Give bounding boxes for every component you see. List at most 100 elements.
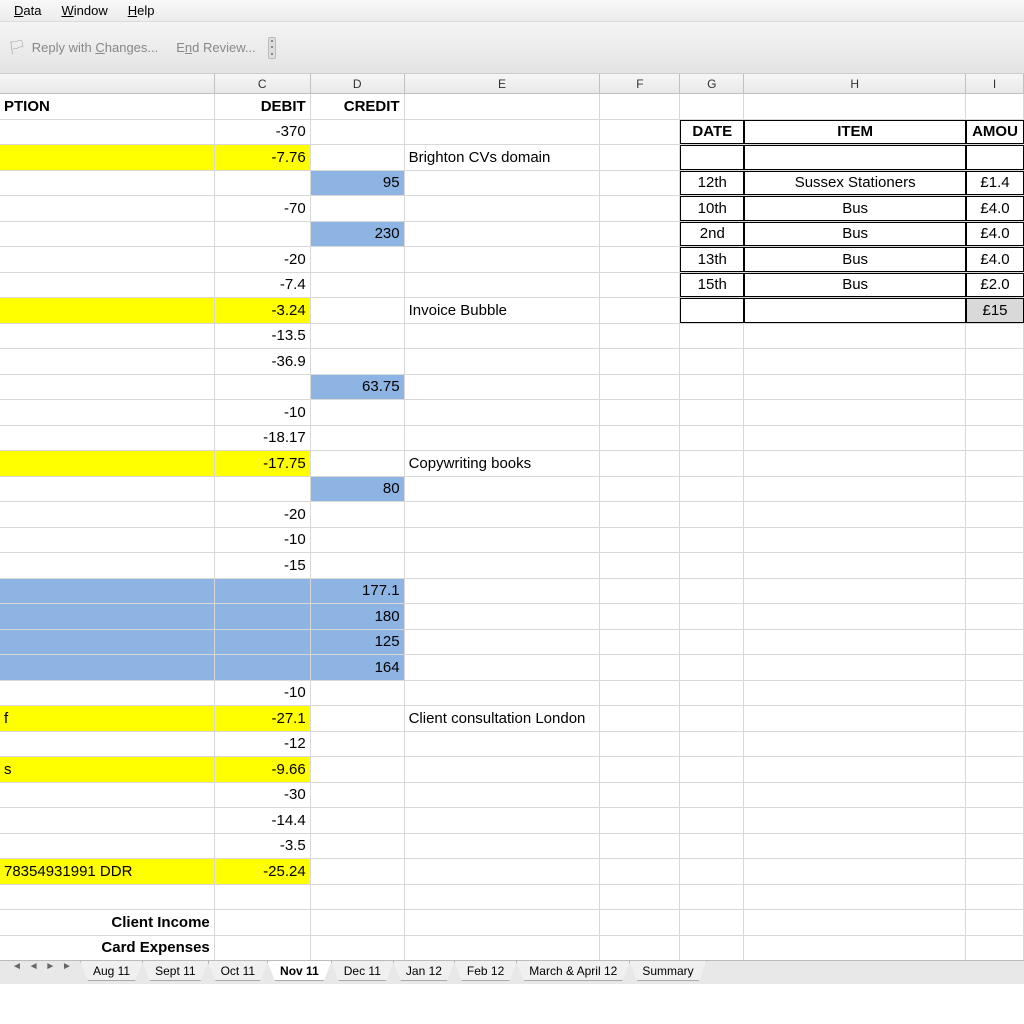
cell[interactable]: [966, 910, 1024, 935]
cell[interactable]: [966, 94, 1024, 119]
cell[interactable]: [744, 502, 966, 527]
cell[interactable]: [600, 349, 680, 374]
sheet-tab[interactable]: Aug 11: [80, 961, 143, 981]
menu-window[interactable]: Window: [51, 1, 117, 20]
cell[interactable]: [744, 732, 966, 757]
cell[interactable]: [680, 885, 744, 910]
cell[interactable]: [405, 94, 601, 119]
reply-with-changes-button[interactable]: Reply with Changes...: [32, 40, 158, 55]
sheet-tab[interactable]: Nov 11: [267, 961, 332, 981]
cell[interactable]: [405, 222, 601, 247]
cell[interactable]: f: [0, 706, 215, 731]
cell[interactable]: [744, 681, 966, 706]
cell[interactable]: [311, 247, 405, 272]
cell[interactable]: [680, 349, 744, 374]
cell[interactable]: [311, 553, 405, 578]
cell[interactable]: [966, 859, 1024, 884]
cell[interactable]: [0, 808, 215, 833]
cell[interactable]: [311, 349, 405, 374]
cell[interactable]: [311, 298, 405, 323]
cell[interactable]: [744, 757, 966, 782]
cell[interactable]: [0, 732, 215, 757]
cell[interactable]: [311, 502, 405, 527]
cell[interactable]: Sussex Stationers: [744, 171, 966, 196]
cell[interactable]: [405, 375, 601, 400]
cell[interactable]: [600, 324, 680, 349]
cell[interactable]: [600, 528, 680, 553]
cell[interactable]: [744, 936, 966, 961]
cell[interactable]: [600, 936, 680, 961]
cell[interactable]: [680, 655, 744, 680]
cell[interactable]: [966, 834, 1024, 859]
cell[interactable]: -3.24: [215, 298, 311, 323]
cell[interactable]: CREDIT: [311, 94, 405, 119]
cell[interactable]: Brighton CVs domain: [405, 145, 601, 170]
cell[interactable]: PTION: [0, 94, 215, 119]
cell[interactable]: [966, 579, 1024, 604]
cell[interactable]: [680, 859, 744, 884]
cell[interactable]: -14.4: [215, 808, 311, 833]
cell[interactable]: [966, 808, 1024, 833]
cell[interactable]: [311, 145, 405, 170]
sheet-tab[interactable]: Jan 12: [393, 961, 455, 981]
cell[interactable]: [680, 757, 744, 782]
cell[interactable]: [0, 324, 215, 349]
cell[interactable]: [966, 426, 1024, 451]
cell[interactable]: [966, 604, 1024, 629]
cell[interactable]: [966, 885, 1024, 910]
cell[interactable]: [680, 579, 744, 604]
cell[interactable]: [600, 477, 680, 502]
cell[interactable]: [680, 145, 744, 170]
cell[interactable]: [0, 247, 215, 272]
cell[interactable]: [744, 324, 966, 349]
cell[interactable]: [405, 324, 601, 349]
cell[interactable]: [680, 910, 744, 935]
cell[interactable]: [600, 834, 680, 859]
cell[interactable]: [744, 477, 966, 502]
col-header-f[interactable]: F: [600, 74, 680, 93]
cell[interactable]: [744, 451, 966, 476]
cell[interactable]: [600, 655, 680, 680]
cell[interactable]: [0, 630, 215, 655]
cell[interactable]: [744, 94, 966, 119]
cell[interactable]: [680, 502, 744, 527]
cell[interactable]: [0, 579, 215, 604]
cell[interactable]: [405, 349, 601, 374]
cell[interactable]: £4.0: [966, 247, 1024, 272]
cell[interactable]: [600, 196, 680, 221]
col-header-h[interactable]: H: [744, 74, 966, 93]
cell[interactable]: -20: [215, 502, 311, 527]
cell[interactable]: [600, 222, 680, 247]
cell[interactable]: 12th: [680, 171, 744, 196]
cell[interactable]: [966, 553, 1024, 578]
cell[interactable]: Bus: [744, 222, 966, 247]
cell[interactable]: [600, 145, 680, 170]
cell[interactable]: Client Income: [0, 910, 215, 935]
cell[interactable]: [966, 451, 1024, 476]
cell[interactable]: -9.66: [215, 757, 311, 782]
cell[interactable]: [744, 349, 966, 374]
cell[interactable]: Bus: [744, 196, 966, 221]
cell[interactable]: [744, 426, 966, 451]
cell[interactable]: [0, 477, 215, 502]
cell[interactable]: [405, 681, 601, 706]
cell[interactable]: [600, 604, 680, 629]
cell[interactable]: 125: [311, 630, 405, 655]
cell[interactable]: [405, 757, 601, 782]
cell[interactable]: [405, 630, 601, 655]
cell[interactable]: [215, 936, 311, 961]
cell[interactable]: [600, 426, 680, 451]
cell[interactable]: [215, 375, 311, 400]
cell[interactable]: [600, 808, 680, 833]
cell[interactable]: [744, 528, 966, 553]
cell[interactable]: [744, 375, 966, 400]
cell[interactable]: 164: [311, 655, 405, 680]
cell[interactable]: [744, 655, 966, 680]
cell[interactable]: [966, 757, 1024, 782]
cell[interactable]: [0, 834, 215, 859]
cell[interactable]: [680, 528, 744, 553]
cell[interactable]: [0, 451, 215, 476]
cell[interactable]: £15: [966, 298, 1024, 323]
cell[interactable]: [744, 145, 966, 170]
cell[interactable]: -17.75: [215, 451, 311, 476]
